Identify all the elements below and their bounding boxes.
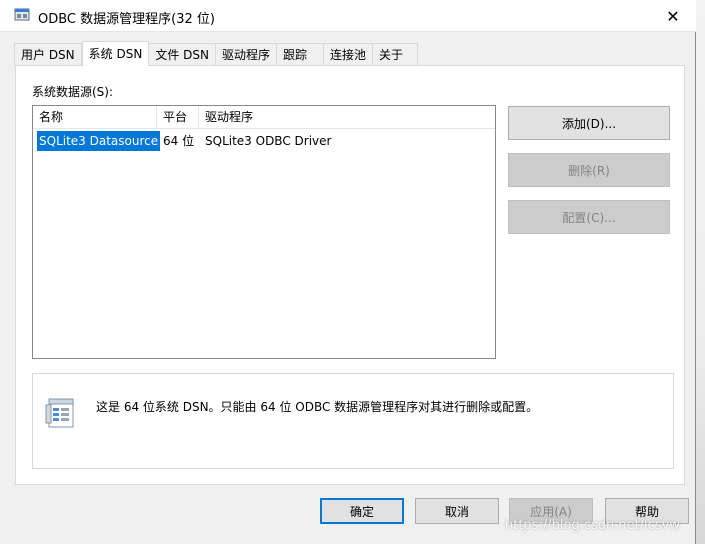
list-item[interactable]: SQLite3 Datasource 64 位 SQLite3 ODBC Dri… — [33, 129, 399, 153]
tab-drivers[interactable]: 驱动程序 — [215, 43, 277, 66]
tab-connection-pooling[interactable]: 连接池 — [323, 43, 373, 66]
list-item-platform: 64 位 — [163, 134, 195, 148]
remove-button[interactable]: 删除(R) — [508, 153, 670, 187]
system-data-sources-label: 系统数据源(S): — [32, 85, 114, 99]
watermark: https://blog.csdn.net/lcsvw — [505, 518, 680, 533]
tab-file-dsn[interactable]: 文件 DSN — [149, 43, 216, 66]
data-source-info-icon — [45, 396, 77, 430]
list-item-driver: SQLite3 ODBC Driver — [205, 134, 332, 148]
title-bar[interactable]: ODBC 数据源管理程序(32 位) ✕ — [0, 0, 696, 32]
info-box: 这是 64 位系统 DSN。只能由 64 位 ODBC 数据源管理程序对其进行删… — [32, 373, 674, 469]
tab-about[interactable]: 关于 — [373, 43, 418, 66]
tab-strip: 用户 DSN 系统 DSN 文件 DSN 驱动程序 跟踪 连接池 关于 — [14, 41, 418, 66]
ok-button[interactable]: 确定 — [320, 498, 404, 524]
configure-button[interactable]: 配置(C)... — [508, 200, 670, 234]
tab-tracing[interactable]: 跟踪 — [276, 43, 324, 66]
cancel-button[interactable]: 取消 — [415, 498, 499, 524]
column-header-driver[interactable]: 驱动程序 — [199, 106, 495, 128]
data-source-list[interactable]: 名称 平台 驱动程序 SQLite3 Datasource 64 位 SQLit… — [32, 105, 496, 359]
desktop-background — [696, 0, 705, 544]
column-header-name[interactable]: 名称 — [33, 106, 157, 128]
add-button[interactable]: 添加(D)... — [508, 106, 670, 140]
column-header-platform[interactable]: 平台 — [157, 106, 199, 128]
close-icon: ✕ — [666, 6, 680, 26]
info-text: 这是 64 位系统 DSN。只能由 64 位 ODBC 数据源管理程序对其进行删… — [96, 400, 539, 414]
odbc-app-icon — [14, 7, 30, 23]
list-item-name-cell: SQLite3 Datasource — [33, 129, 161, 153]
window-title: ODBC 数据源管理程序(32 位) — [38, 12, 215, 27]
close-button[interactable]: ✕ — [650, 0, 696, 32]
tab-system-dsn[interactable]: 系统 DSN — [81, 41, 150, 66]
odbc-dialog: ODBC 数据源管理程序(32 位) ✕ 用户 DSN 系统 DSN 文件 DS… — [0, 0, 696, 544]
list-header: 名称 平台 驱动程序 — [33, 106, 495, 129]
system-dsn-panel: 系统数据源(S): 名称 平台 驱动程序 SQLite3 Datasource … — [15, 65, 685, 485]
tab-user-dsn[interactable]: 用户 DSN — [14, 43, 82, 66]
list-item-name: SQLite3 Datasource — [37, 131, 161, 151]
